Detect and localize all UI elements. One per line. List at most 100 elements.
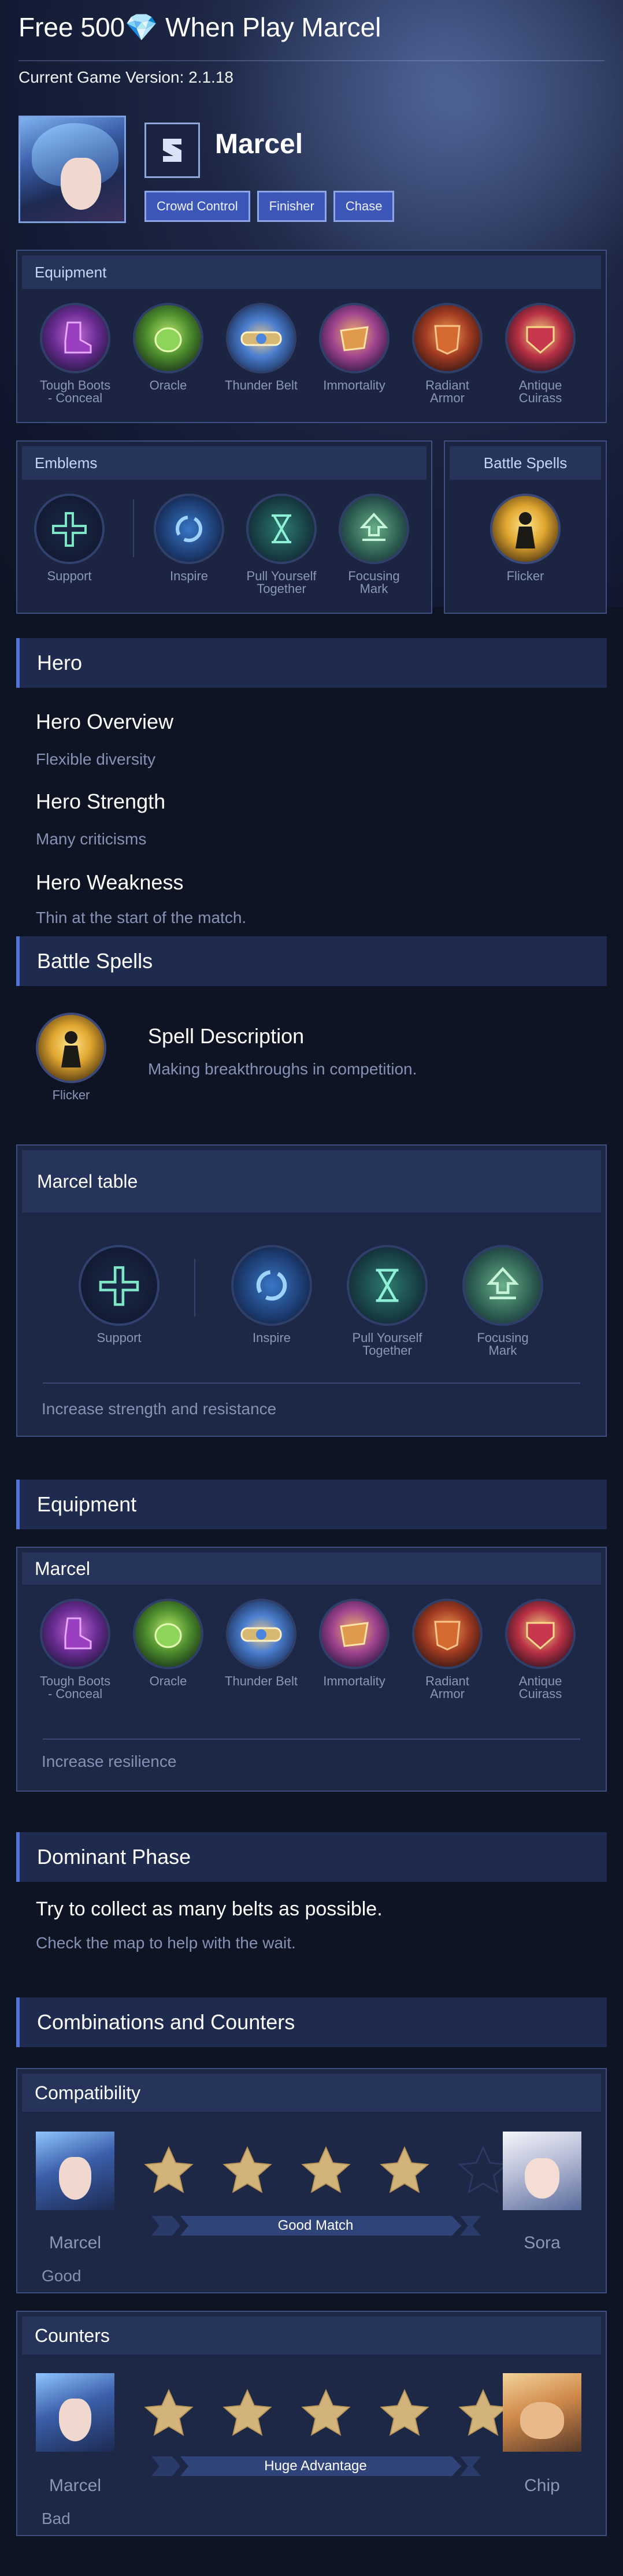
- partner-name-label: Sora: [524, 2233, 561, 2252]
- equip-label: Tough Boots - Conceal: [39, 1674, 111, 1701]
- star-empty-icon: [458, 2145, 509, 2194]
- star-filled-icon: [144, 2389, 194, 2436]
- hero-strength-title: Hero Strength: [36, 790, 166, 813]
- equip-label: Tough Boots - Conceal: [39, 378, 111, 405]
- star-filled-icon: [144, 2146, 194, 2193]
- thunder-belt-icon: [226, 1599, 296, 1669]
- hero-avatar[interactable]: [36, 2132, 114, 2210]
- oracle-icon: [133, 303, 203, 373]
- hero-tags: Crowd Control Finisher Chase: [144, 191, 395, 222]
- compatibility-panel: Compatibility Good Match Marcel Sora Goo…: [16, 2068, 607, 2293]
- spell-flicker[interactable]: Flicker: [488, 494, 563, 583]
- hero-avatar[interactable]: [36, 2373, 114, 2452]
- tag-finisher[interactable]: Finisher: [257, 191, 327, 222]
- talent-pull-yourself-together[interactable]: Pull Yourself Together: [244, 494, 319, 595]
- equip-item-radiant-armor[interactable]: Radiant Armor: [410, 303, 485, 405]
- equip-item-oracle[interactable]: Oracle: [131, 303, 206, 392]
- partner-avatar[interactable]: [503, 2373, 581, 2452]
- build-item-thunder-belt[interactable]: Thunder Belt: [224, 1599, 299, 1688]
- counters-label: Huge Advantage: [264, 2458, 367, 2474]
- dominant-phase-text: Check the map to help with the wait.: [36, 1934, 296, 1952]
- build-item-radiant-armor[interactable]: Radiant Armor: [410, 1599, 485, 1700]
- thunder-belt-icon: [226, 303, 296, 373]
- marcel-table-title: Marcel table: [22, 1150, 601, 1213]
- battle-spell-flicker[interactable]: Flicker: [34, 1013, 109, 1102]
- table-emblem-support[interactable]: Support: [79, 1245, 160, 1344]
- avatar-face: [525, 2158, 559, 2199]
- equip-label: Immortality: [323, 1674, 385, 1688]
- spell-label: Flicker: [52, 1088, 90, 1102]
- page: Free 500💎 When Play Marcel Current Game …: [0, 0, 623, 2576]
- divider: [43, 1739, 580, 1740]
- star-filled-icon: [380, 2389, 429, 2436]
- radiant-armor-icon: [412, 303, 483, 373]
- build-item-tough-boots[interactable]: Tough Boots - Conceal: [38, 1599, 113, 1700]
- equip-item-immortality[interactable]: Immortality: [317, 303, 392, 392]
- equipment-build-panel: Marcel Tough Boots - Conceal Oracle Thun…: [16, 1547, 607, 1792]
- section-hero: Hero: [16, 638, 607, 688]
- section-dominant-phase: Dominant Phase: [16, 1832, 607, 1882]
- compatibility-rating: [142, 2144, 510, 2197]
- equipment-build-title: Marcel: [22, 1552, 601, 1585]
- talent-label: Focusing Mark: [477, 1330, 529, 1358]
- counters-verdict: Bad: [42, 2510, 71, 2527]
- counters-rating: [142, 2387, 510, 2440]
- equip-item-antique-cuirass[interactable]: Antique Cuirass: [503, 303, 578, 405]
- inspire-icon: [154, 494, 224, 564]
- pull-yourself-together-icon: [246, 494, 317, 564]
- talent-inspire[interactable]: Inspire: [151, 494, 227, 583]
- build-item-oracle[interactable]: Oracle: [131, 1599, 206, 1688]
- talent-focusing-mark[interactable]: Focusing Mark: [336, 494, 411, 595]
- tag-chase[interactable]: Chase: [333, 191, 395, 222]
- hero-overview-title: Hero Overview: [36, 710, 174, 733]
- equip-label: Radiant Armor: [425, 378, 469, 405]
- equipment-build-note: Increase resilience: [42, 1752, 177, 1770]
- hero-weakness-title: Hero Weakness: [36, 870, 184, 894]
- equipment-panel: Equipment Tough Boots - Conceal Oracle T…: [16, 250, 607, 423]
- hero-weakness-text: Thin at the start of the match.: [36, 909, 247, 926]
- spells-panel-title: Battle Spells: [450, 446, 601, 480]
- build-item-immortality[interactable]: Immortality: [317, 1599, 392, 1688]
- table-talent-focusing-mark[interactable]: Focusing Mark: [462, 1245, 543, 1357]
- hero-name-label: Marcel: [49, 2476, 101, 2495]
- counters-title: Counters: [22, 2316, 601, 2355]
- role-icon: [144, 123, 200, 178]
- partner-avatar[interactable]: [503, 2132, 581, 2210]
- spells-panel: Battle Spells Flicker: [444, 440, 607, 614]
- emblem-support[interactable]: Support: [32, 494, 107, 583]
- hero-portrait: [18, 116, 126, 223]
- equip-label: Antique Cuirass: [518, 1674, 562, 1701]
- emblem-label: Support: [47, 569, 92, 583]
- table-talent-inspire[interactable]: Inspire: [231, 1245, 312, 1344]
- equip-label: Thunder Belt: [225, 378, 298, 392]
- partner-name-label: Chip: [524, 2476, 560, 2495]
- flicker-icon: [490, 494, 561, 564]
- dominant-phase-headline: Try to collect as many belts as possible…: [36, 1898, 383, 1920]
- avatar-face: [59, 2157, 91, 2200]
- compatibility-verdict: Good: [42, 2267, 81, 2285]
- pull-yourself-together-icon: [347, 1245, 428, 1326]
- radiant-armor-icon: [412, 1599, 483, 1669]
- game-version: Current Game Version: 2.1.18: [18, 68, 233, 86]
- hero-face: [61, 158, 101, 210]
- talent-label: Pull Yourself Together: [246, 569, 317, 596]
- table-talent-pull-yourself-together[interactable]: Pull Yourself Together: [347, 1245, 428, 1357]
- counters-panel: Counters Huge Advantage Marcel Chip Bad: [16, 2311, 607, 2536]
- emblems-panel: Emblems Support Inspire Pull Yourself To…: [16, 440, 432, 614]
- divider: [43, 1382, 580, 1384]
- section-combinations: Combinations and Counters: [16, 1997, 607, 2047]
- equip-label: Thunder Belt: [225, 1674, 298, 1688]
- tag-crowd-control[interactable]: Crowd Control: [144, 191, 250, 222]
- focusing-mark-icon: [462, 1245, 543, 1326]
- equip-label: Immortality: [323, 378, 385, 392]
- star-filled-icon: [222, 2389, 272, 2436]
- build-item-antique-cuirass[interactable]: Antique Cuirass: [503, 1599, 578, 1700]
- hero-strength-text: Many criticisms: [36, 830, 147, 848]
- equip-item-tough-boots[interactable]: Tough Boots - Conceal: [38, 303, 113, 405]
- equip-item-thunder-belt[interactable]: Thunder Belt: [224, 303, 299, 392]
- boots-icon: [40, 303, 110, 373]
- star-filled-icon: [380, 2146, 429, 2193]
- emblem-label: Support: [97, 1330, 142, 1345]
- section-equipment: Equipment: [16, 1480, 607, 1529]
- avatar-face: [520, 2402, 564, 2439]
